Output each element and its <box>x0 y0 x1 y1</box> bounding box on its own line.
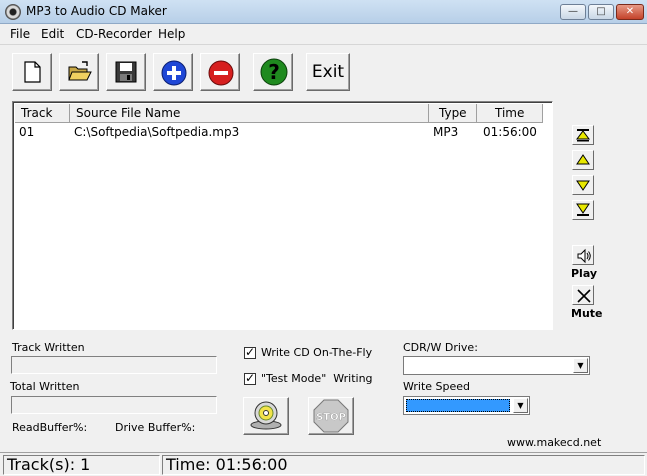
track-list[interactable]: Track Source File Name Type Time 01 C:\S… <box>12 101 553 330</box>
menu-file[interactable]: File <box>10 27 30 41</box>
track-time: 01:56:00 <box>483 125 537 139</box>
status-bar: Track(s): 1 Time: 01:56:00 <box>0 452 647 476</box>
track-written-progress <box>11 356 217 374</box>
move-to-top-button[interactable] <box>572 125 594 145</box>
column-track[interactable]: Track <box>15 104 70 123</box>
move-down-button[interactable] <box>572 175 594 195</box>
play-label: Play <box>571 267 598 280</box>
chevron-down-icon: ▼ <box>513 398 528 413</box>
plus-icon <box>161 60 187 86</box>
add-track-button[interactable] <box>153 53 193 91</box>
burn-cd-button[interactable] <box>243 397 289 435</box>
new-file-icon <box>24 61 41 83</box>
stop-button[interactable]: STOP <box>308 397 354 435</box>
menu-edit[interactable]: Edit <box>41 27 64 41</box>
track-type: MP3 <box>433 125 459 139</box>
source-file: C:\Softpedia\Softpedia.mp3 <box>74 125 240 139</box>
track-number: 01 <box>19 125 35 139</box>
cd-app-icon <box>5 4 21 20</box>
save-button[interactable] <box>106 53 146 91</box>
arrow-up-icon <box>576 154 590 165</box>
arrow-down-icon <box>576 180 590 191</box>
menu-cd-recorder[interactable]: CD-Recorder <box>76 27 152 41</box>
read-buffer-label: ReadBuffer%: <box>12 421 88 434</box>
test-mode-label: "Test Mode" Writing <box>261 372 373 385</box>
write-on-the-fly-label: Write CD On-The-Fly <box>261 346 373 359</box>
total-written-label: Total Written <box>10 380 80 393</box>
maximize-button[interactable]: □ <box>588 4 614 20</box>
exit-button[interactable]: Exit <box>306 53 350 91</box>
column-source-file-name[interactable]: Source File Name <box>70 104 429 123</box>
title-bar: MP3 to Audio CD Maker — □ ✕ <box>0 0 647 24</box>
total-written-progress <box>11 396 217 414</box>
write-on-the-fly-checkbox[interactable]: ✓ <box>244 345 256 359</box>
table-row[interactable]: 01 C:\Softpedia\Softpedia.mp3 MP3 01:56:… <box>15 125 552 141</box>
chevron-down-icon: ▼ <box>573 358 588 373</box>
main-panel: ? Exit Track Source File Name Type Time … <box>0 44 647 452</box>
burn-cd-icon <box>250 401 282 430</box>
menu-help[interactable]: Help <box>158 27 185 41</box>
menu-bar: File Edit CD-Recorder Help <box>0 24 647 44</box>
move-up-button[interactable] <box>572 150 594 170</box>
speaker-icon <box>577 248 591 264</box>
play-button[interactable] <box>572 245 594 265</box>
open-folder-icon <box>68 61 92 81</box>
move-to-bottom-button[interactable] <box>572 200 594 220</box>
track-list-header: Track Source File Name Type Time <box>15 104 552 123</box>
mute-label: Mute <box>571 307 603 320</box>
mute-x-icon <box>577 289 591 303</box>
window-title: MP3 to Audio CD Maker <box>26 4 167 18</box>
help-button[interactable]: ? <box>253 53 293 91</box>
close-button[interactable]: ✕ <box>616 4 644 20</box>
move-bottom-icon <box>576 203 590 216</box>
save-disk-icon <box>115 61 137 83</box>
new-button[interactable] <box>12 53 52 91</box>
track-count-status: Track(s): 1 <box>3 455 160 475</box>
minimize-button[interactable]: — <box>560 4 586 20</box>
write-speed-label: Write Speed <box>403 380 471 393</box>
minus-icon <box>208 60 234 86</box>
selection-highlight <box>406 399 510 412</box>
open-button[interactable] <box>59 53 99 91</box>
drive-buffer-label: Drive Buffer%: <box>115 421 196 434</box>
checkmark-icon: ✓ <box>245 371 256 385</box>
svg-text:?: ? <box>268 60 280 84</box>
column-time[interactable]: Time <box>477 104 543 123</box>
checkmark-icon: ✓ <box>245 345 256 359</box>
move-top-icon <box>576 129 590 142</box>
svg-text:STOP: STOP <box>316 412 346 423</box>
total-time-status: Time: 01:56:00 <box>162 455 645 475</box>
mute-button[interactable] <box>572 285 594 305</box>
write-speed-select[interactable]: ▼ <box>403 396 530 415</box>
remove-track-button[interactable] <box>200 53 240 91</box>
cdrw-drive-label: CDR/W Drive: <box>403 341 478 354</box>
website-link[interactable]: www.makecd.net <box>507 436 601 449</box>
stop-sign-icon: STOP <box>313 399 349 433</box>
column-type[interactable]: Type <box>429 104 477 123</box>
question-icon: ? <box>260 58 288 86</box>
cdrw-drive-select[interactable]: ▼ <box>403 356 590 375</box>
test-mode-checkbox[interactable]: ✓ <box>244 371 256 385</box>
track-written-label: Track Written <box>12 341 85 354</box>
